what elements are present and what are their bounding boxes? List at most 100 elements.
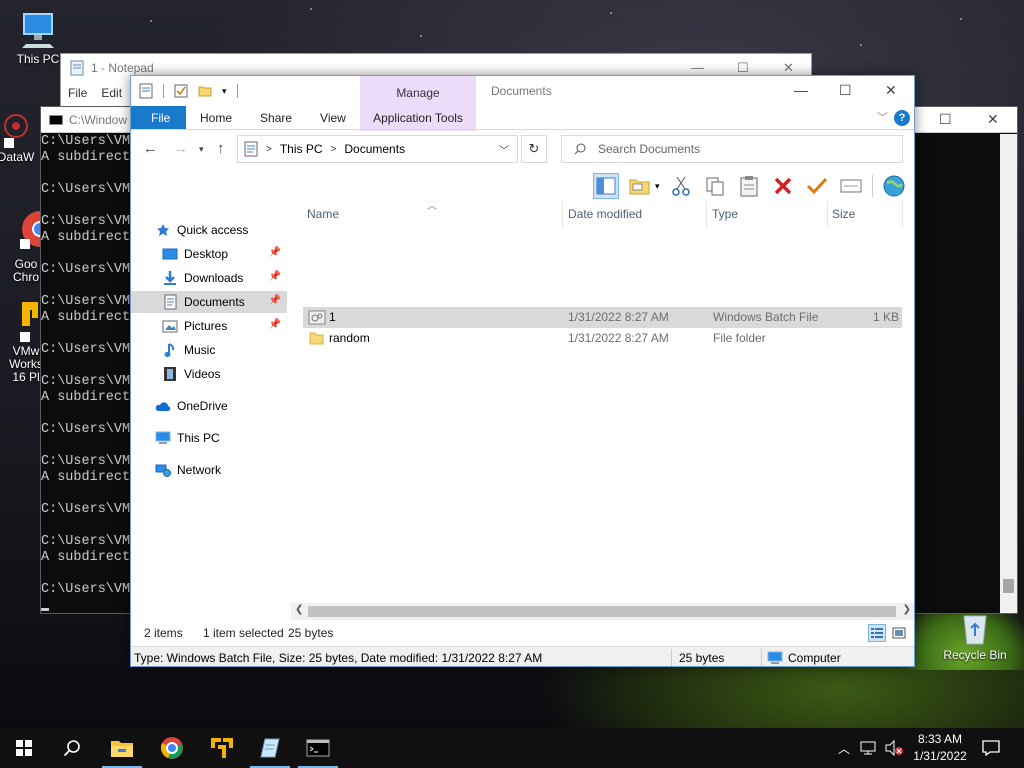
file-date: 1/31/2022 8:27 AM <box>568 310 669 324</box>
notepad-maximize-button[interactable]: ☐ <box>737 60 749 76</box>
nav-quick-access[interactable]: Quick access <box>131 219 287 241</box>
column-header-size[interactable]: Size <box>828 201 903 227</box>
nav-pictures[interactable]: Pictures 📌 <box>131 315 287 337</box>
large-icons-view-button[interactable] <box>890 624 908 642</box>
breadcrumb-this-pc[interactable]: This PC <box>280 142 323 156</box>
details-view-button[interactable] <box>868 624 886 642</box>
nav-onedrive[interactable]: OneDrive <box>131 395 287 417</box>
pin-icon[interactable]: 📌 <box>269 271 281 282</box>
network-icon[interactable] <box>860 741 876 755</box>
table-row[interactable]: 1 1/31/2022 8:27 AM Windows Batch File 1… <box>303 307 902 328</box>
desktop-icon-recycle-bin[interactable]: Recycle Bin <box>940 612 1010 662</box>
preview-pane-button[interactable] <box>593 173 619 199</box>
close-button[interactable]: ✕ <box>885 82 897 99</box>
preview-pane-icon <box>596 177 616 195</box>
pin-icon[interactable]: 📌 <box>269 295 281 306</box>
notepad-menu-edit[interactable]: Edit <box>101 86 122 100</box>
show-hidden-icons-chevron-icon[interactable]: ︿ <box>838 740 850 757</box>
new-folder-icon[interactable] <box>198 84 212 98</box>
start-button[interactable] <box>0 728 48 768</box>
tab-share[interactable]: Share <box>246 106 306 129</box>
star <box>310 8 312 10</box>
recycle-bin-icon <box>963 615 987 645</box>
nav-documents[interactable]: Documents 📌 <box>131 291 287 313</box>
search-button[interactable] <box>48 728 96 768</box>
tab-application-tools[interactable]: Application Tools <box>360 106 476 130</box>
new-item-button[interactable] <box>627 173 653 199</box>
notepad-icon <box>260 738 280 758</box>
column-header-type[interactable]: Type <box>708 201 828 227</box>
scroll-left-arrow-icon[interactable]: ❮ <box>295 604 303 615</box>
desktop-icon-label: Recycle Bin <box>943 648 1007 662</box>
horizontal-scrollbar[interactable]: ❮ ❯ <box>291 603 914 620</box>
action-center-button[interactable] <box>968 728 1014 768</box>
address-dropdown-icon[interactable]: ﹀ <box>499 142 509 157</box>
search-box[interactable] <box>561 135 903 163</box>
file-explorer-window[interactable]: ▾ Manage Documents — ☐ ✕ File Home Share… <box>130 75 915 667</box>
up-arrow-icon[interactable]: ↑ <box>217 140 225 157</box>
cmd-icon <box>49 114 63 125</box>
cut-button[interactable] <box>668 173 694 199</box>
back-arrow-icon[interactable]: ← <box>143 140 158 157</box>
qat-dropdown-icon[interactable]: ▾ <box>222 86 227 97</box>
copy-button[interactable] <box>702 173 728 199</box>
cmd-scrollbar[interactable] <box>1000 134 1017 613</box>
properties-icon[interactable] <box>139 83 153 99</box>
rename-button[interactable] <box>804 173 830 199</box>
taskbar-file-explorer[interactable] <box>98 728 146 768</box>
cmd-close-button[interactable]: ✕ <box>987 111 999 128</box>
column-header-name[interactable]: Name <box>303 201 563 227</box>
taskbar-notepad[interactable] <box>246 728 294 768</box>
nav-music[interactable]: Music <box>131 339 287 361</box>
cmd-title: C:\Window <box>69 112 128 127</box>
column-header-date[interactable]: Date modified <box>564 201 707 227</box>
forward-arrow-icon[interactable]: → <box>173 140 188 157</box>
pin-icon[interactable]: 📌 <box>269 319 281 330</box>
minimize-button[interactable]: — <box>794 82 808 98</box>
breadcrumb-separator[interactable]: > <box>331 144 337 155</box>
notepad-minimize-button[interactable]: — <box>691 60 704 75</box>
volume-muted-icon[interactable] <box>884 740 904 756</box>
breadcrumb-documents[interactable]: Documents <box>344 142 405 156</box>
notepad-close-button[interactable]: ✕ <box>783 60 794 76</box>
checklist-icon[interactable] <box>174 84 188 98</box>
large-icons-view-icon <box>892 627 906 639</box>
notepad-menu-file[interactable]: File <box>68 86 87 100</box>
new-item-dropdown-icon[interactable]: ▾ <box>655 181 660 192</box>
maximize-button[interactable]: ☐ <box>839 82 852 99</box>
nav-desktop[interactable]: Desktop 📌 <box>131 243 287 265</box>
ribbon-tabs: File Home Share View Application Tools <box>131 106 914 130</box>
taskbar-vmware[interactable] <box>198 728 246 768</box>
tab-home[interactable]: Home <box>186 106 246 129</box>
clock[interactable]: 8:33 AM 1/31/2022 <box>908 731 972 765</box>
properties-button[interactable] <box>838 173 864 199</box>
table-row[interactable]: random 1/31/2022 8:27 AM File folder <box>303 328 902 349</box>
taskbar-command-prompt[interactable] <box>294 728 342 768</box>
nav-network[interactable]: Network <box>131 459 287 481</box>
nav-this-pc[interactable]: This PC <box>131 427 287 449</box>
network-globe-button[interactable] <box>881 173 907 199</box>
cmd-maximize-button[interactable]: ☐ <box>939 111 952 128</box>
scroll-right-arrow-icon[interactable]: ❯ <box>903 604 911 615</box>
breadcrumb-separator[interactable]: > <box>266 144 272 155</box>
delete-button[interactable] <box>770 173 796 199</box>
nav-downloads[interactable]: Downloads 📌 <box>131 267 287 289</box>
pin-icon[interactable]: 📌 <box>269 247 281 258</box>
paste-button[interactable] <box>736 173 762 199</box>
cmd-scroll-thumb[interactable] <box>1003 579 1014 593</box>
taskbar-chrome[interactable] <box>148 728 196 768</box>
scroll-thumb[interactable] <box>308 606 896 617</box>
nav-videos[interactable]: Videos <box>131 363 287 385</box>
ribbon-expand-chevron-icon[interactable]: ﹀ <box>877 109 888 125</box>
search-input[interactable] <box>598 142 878 156</box>
help-icon[interactable]: ? <box>894 110 910 126</box>
nav-label: Desktop <box>184 247 229 261</box>
refresh-icon[interactable]: ↻ <box>521 135 547 163</box>
windows-logo-icon <box>16 740 32 756</box>
tab-file[interactable]: File <box>131 106 186 129</box>
recent-locations-chevron-icon[interactable]: ▾ <box>199 144 204 155</box>
address-bar[interactable]: > This PC > Documents ﹀ <box>237 135 518 163</box>
search-icon <box>63 740 80 757</box>
tab-view[interactable]: View <box>306 106 360 129</box>
network-icon <box>155 462 171 478</box>
